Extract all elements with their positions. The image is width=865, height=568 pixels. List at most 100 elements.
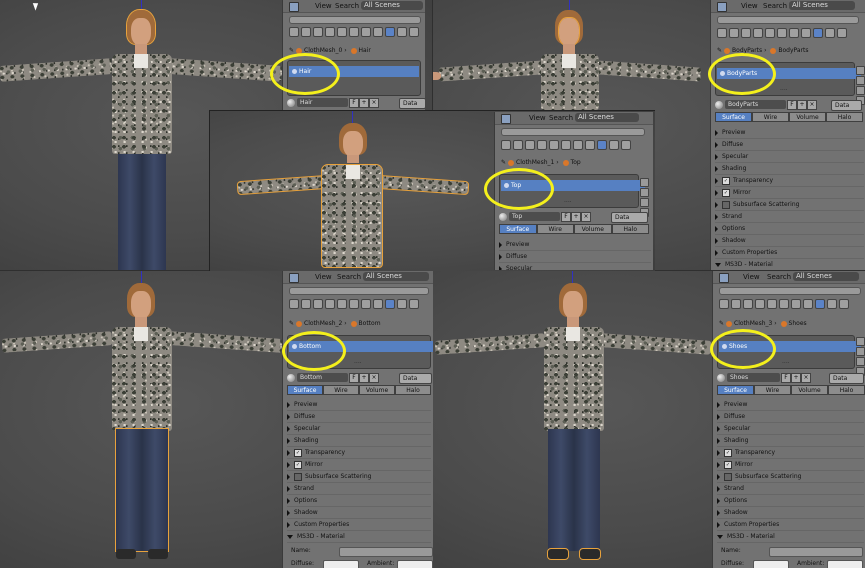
scenes-dropdown[interactable]: All Scenes bbox=[789, 1, 855, 10]
view-menu[interactable]: View bbox=[315, 273, 332, 281]
section-shadow[interactable]: Shadow bbox=[715, 235, 864, 247]
view-menu[interactable]: View bbox=[529, 114, 546, 122]
context-icon-row[interactable] bbox=[501, 140, 633, 150]
fake-user-button[interactable]: F bbox=[349, 373, 359, 383]
view-menu[interactable]: View bbox=[315, 2, 332, 10]
section-transparency[interactable]: ✓ Transparency bbox=[717, 447, 864, 459]
section-transparency[interactable]: ✓ Transparency bbox=[287, 447, 431, 459]
fake-user-button[interactable]: F bbox=[349, 98, 359, 108]
checkbox-icon[interactable]: ✓ bbox=[724, 448, 732, 457]
fake-user-button[interactable]: F bbox=[561, 212, 571, 222]
pin-icon[interactable]: ✎ bbox=[289, 47, 294, 54]
material-type-tabs[interactable]: Surface Wire Volume Halo bbox=[287, 385, 431, 395]
tab-wire[interactable]: Wire bbox=[323, 385, 359, 395]
section-mirror[interactable]: ✓ Mirror bbox=[715, 187, 864, 199]
section-custom-properties[interactable]: Custom Properties bbox=[287, 519, 431, 531]
unlink-button[interactable]: × bbox=[369, 98, 379, 108]
section-diffuse[interactable]: Diffuse bbox=[717, 411, 864, 423]
left-shoe-selected[interactable] bbox=[547, 548, 569, 560]
section-preview[interactable]: Preview bbox=[499, 239, 651, 251]
editor-type-icon[interactable] bbox=[289, 273, 299, 283]
material-name-field[interactable]: Shoes bbox=[727, 373, 780, 382]
new-material-button[interactable]: + bbox=[359, 98, 369, 108]
tab-volume[interactable]: Volume bbox=[789, 112, 826, 122]
tab-halo[interactable]: Halo bbox=[611, 224, 649, 234]
section-shading[interactable]: Shading bbox=[287, 435, 431, 447]
section-shading[interactable]: Shading bbox=[715, 163, 864, 175]
context-icon-row[interactable] bbox=[289, 27, 421, 37]
search-menu[interactable]: Search bbox=[767, 273, 791, 281]
editor-type-icon[interactable] bbox=[501, 114, 511, 124]
new-material-button[interactable]: + bbox=[797, 100, 807, 110]
ms3d-name-input[interactable] bbox=[339, 547, 433, 557]
section-specular[interactable]: Specular bbox=[717, 423, 864, 435]
section-preview[interactable]: Preview bbox=[287, 399, 431, 411]
section-diffuse[interactable]: Diffuse bbox=[287, 411, 431, 423]
scenes-dropdown[interactable]: All Scenes bbox=[363, 272, 429, 281]
list-resize-grip[interactable]: .... bbox=[780, 85, 788, 92]
section-options[interactable]: Options bbox=[717, 495, 864, 507]
tab-volume[interactable]: Volume bbox=[574, 224, 612, 234]
link-dropdown[interactable]: Data bbox=[399, 373, 432, 384]
section-ms3d[interactable]: MS3D - Material bbox=[717, 531, 864, 543]
view-menu[interactable]: View bbox=[741, 2, 758, 10]
ms3d-diffuse-swatch[interactable] bbox=[323, 560, 359, 568]
pin-icon[interactable]: ✎ bbox=[719, 320, 724, 327]
editor-type-icon[interactable] bbox=[719, 273, 729, 283]
list-resize-grip[interactable]: .... bbox=[564, 197, 572, 204]
context-icon-row[interactable] bbox=[717, 28, 849, 38]
section-sss[interactable]: Subsurface Scattering bbox=[717, 471, 864, 483]
ms3d-name-input[interactable] bbox=[769, 547, 863, 557]
section-preview[interactable]: Preview bbox=[717, 399, 864, 411]
checkbox-icon[interactable] bbox=[724, 472, 732, 481]
editor-type-icon[interactable] bbox=[717, 2, 727, 12]
unlink-button[interactable]: × bbox=[801, 373, 811, 383]
material-name-field[interactable]: BodyParts bbox=[725, 100, 786, 109]
material-name-field[interactable]: Hair bbox=[297, 98, 348, 107]
tab-surface[interactable]: Surface bbox=[287, 385, 323, 395]
editor-type-icon[interactable] bbox=[289, 2, 299, 12]
section-mirror[interactable]: ✓ Mirror bbox=[287, 459, 431, 471]
section-mirror[interactable]: ✓ Mirror bbox=[717, 459, 864, 471]
tab-halo[interactable]: Halo bbox=[828, 385, 865, 395]
fake-user-button[interactable]: F bbox=[781, 373, 791, 383]
section-sss[interactable]: Subsurface Scattering bbox=[287, 471, 431, 483]
checkbox-icon[interactable]: ✓ bbox=[294, 460, 302, 469]
view-menu[interactable]: View bbox=[743, 273, 760, 281]
scene-scrollbar[interactable] bbox=[719, 287, 861, 295]
unlink-button[interactable]: × bbox=[807, 100, 817, 110]
pants-mesh-selected[interactable] bbox=[115, 428, 169, 552]
material-selector[interactable]: Top F + × Data bbox=[499, 212, 649, 223]
list-resize-grip[interactable]: .... bbox=[782, 358, 790, 365]
link-dropdown[interactable]: Data bbox=[829, 373, 864, 384]
scene-scrollbar[interactable] bbox=[289, 287, 429, 295]
tab-wire[interactable]: Wire bbox=[752, 112, 789, 122]
checkbox-icon[interactable]: ✓ bbox=[724, 460, 732, 469]
search-menu[interactable]: Search bbox=[549, 114, 573, 122]
section-strand[interactable]: Strand bbox=[717, 483, 864, 495]
checkbox-icon[interactable]: ✓ bbox=[722, 176, 730, 185]
scenes-dropdown[interactable]: All Scenes bbox=[575, 113, 639, 122]
new-material-button[interactable]: + bbox=[571, 212, 581, 222]
pin-icon[interactable]: ✎ bbox=[501, 159, 506, 166]
link-dropdown[interactable]: Data bbox=[399, 98, 425, 109]
section-shadow[interactable]: Shadow bbox=[717, 507, 864, 519]
tab-halo[interactable]: Halo bbox=[395, 385, 431, 395]
new-material-button[interactable]: + bbox=[791, 373, 801, 383]
new-material-button[interactable]: + bbox=[359, 373, 369, 383]
slot-buttons[interactable] bbox=[856, 337, 865, 377]
tab-volume[interactable]: Volume bbox=[359, 385, 395, 395]
section-options[interactable]: Options bbox=[287, 495, 431, 507]
material-type-tabs[interactable]: Surface Wire Volume Halo bbox=[499, 224, 649, 234]
section-options[interactable]: Options bbox=[715, 223, 864, 235]
material-name-field[interactable]: Top bbox=[509, 212, 560, 221]
material-selector[interactable]: Hair F + × Data bbox=[287, 98, 425, 109]
ms3d-ambient-swatch[interactable] bbox=[827, 560, 863, 568]
section-shading[interactable]: Shading bbox=[717, 435, 864, 447]
tab-surface[interactable]: Surface bbox=[717, 385, 754, 395]
material-type-tabs[interactable]: Surface Wire Volume Halo bbox=[717, 385, 865, 395]
section-diffuse[interactable]: Diffuse bbox=[715, 139, 864, 151]
scenes-dropdown[interactable]: All Scenes bbox=[793, 272, 859, 281]
material-type-tabs[interactable]: Surface Wire Volume Halo bbox=[715, 112, 863, 122]
tab-halo[interactable]: Halo bbox=[826, 112, 863, 122]
